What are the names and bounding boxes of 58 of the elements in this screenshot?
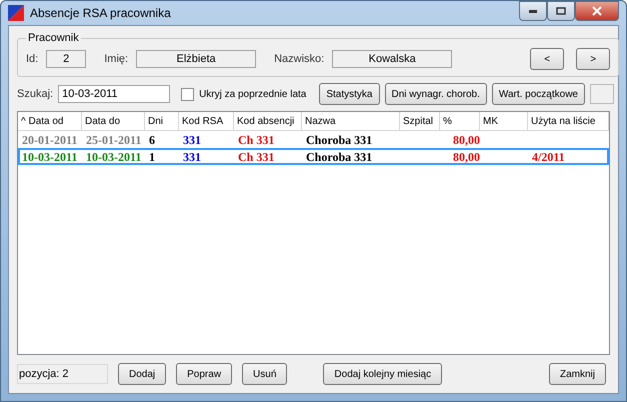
readonly-field: Kowalska [332,50,452,68]
action-button[interactable]: Dodaj kolejny miesiąc [323,363,442,385]
column-header[interactable]: ^ Data od [18,112,82,130]
table-cell-text: 10-03-2011 [21,150,78,165]
table-cell-text: Ch 331 [237,150,276,165]
minimize-icon [529,10,537,12]
readonly-field: 2 [46,50,86,68]
column-header[interactable]: Data do [82,112,145,130]
action-button[interactable]: Usuń [242,363,288,385]
column-header[interactable]: Kod RSA [179,112,234,130]
checkbox[interactable] [181,88,194,100]
tool-button[interactable]: Dni wynagr. chorob. [384,83,487,105]
maximize-icon [556,7,566,15]
search-label: Szukaj: [17,88,54,100]
table-cell-text: 331 [182,150,202,165]
readonly-field: Elżbieta [136,50,256,68]
table-cell-text: 25-01-2011 [85,133,142,148]
window-title: Absencje RSA pracownika [30,6,172,20]
close-icon [592,6,602,16]
table-row[interactable]: 10-03-2011 10-03-2011 1 331 Ch 331 Choroba 331 80,00 4/2011 [18,148,609,165]
table-cell-text: 331 [182,133,202,148]
tool-button[interactable]: Wart. początkowe [492,83,585,105]
table-cell-text: 80,00 [452,150,481,165]
minimize-button[interactable] [519,1,547,21]
column-header[interactable]: MK [480,112,528,130]
action-button[interactable]: Popraw [176,363,232,385]
position-field: pozycja: 2 [17,364,108,384]
app-icon [8,5,24,21]
close-dialog-button[interactable]: Zamknij [548,363,606,385]
table-cell-text: 80,00 [452,133,481,148]
group-legend: Pracownik [26,32,81,44]
column-header[interactable]: % [440,112,480,130]
table-cell-text: Choroba 331 [305,150,374,165]
nav-button[interactable]: < [530,48,564,70]
maximize-button[interactable] [547,1,575,21]
table-cell-text: Ch 331 [237,133,276,148]
field-label: Imię: [104,53,128,65]
checkbox-label: Ukryj za poprzednie lata [199,88,306,100]
table-cell-text: 10-03-2011 [85,150,142,165]
table-cell-text: 6 [148,133,156,148]
column-header[interactable]: Dni [145,112,179,130]
column-header[interactable]: Nazwa [302,112,400,130]
action-button[interactable]: Dodaj [118,363,166,385]
search-field[interactable]: 10-03-2011 [58,85,170,103]
table-cell-text: Choroba 331 [305,133,374,148]
nav-button[interactable]: > [576,48,610,70]
table-cell-text: 20-01-2011 [21,133,78,148]
column-header[interactable]: Szpital [400,112,440,130]
empty-field [590,84,614,104]
close-button[interactable] [575,1,619,21]
table-cell-text: 1 [148,150,156,165]
table-cell-text: 4/2011 [531,150,566,165]
column-header[interactable]: Kod absencji [234,112,302,130]
column-header[interactable]: Użyta na liście [528,112,609,130]
field-label: Id: [26,53,38,65]
table-row[interactable]: 20-01-2011 25-01-2011 6 331 Ch 331 Choroba 331 80,00 [18,131,609,148]
tool-button[interactable]: Statystyka [319,83,380,105]
field-label: Nazwisko: [274,53,324,65]
